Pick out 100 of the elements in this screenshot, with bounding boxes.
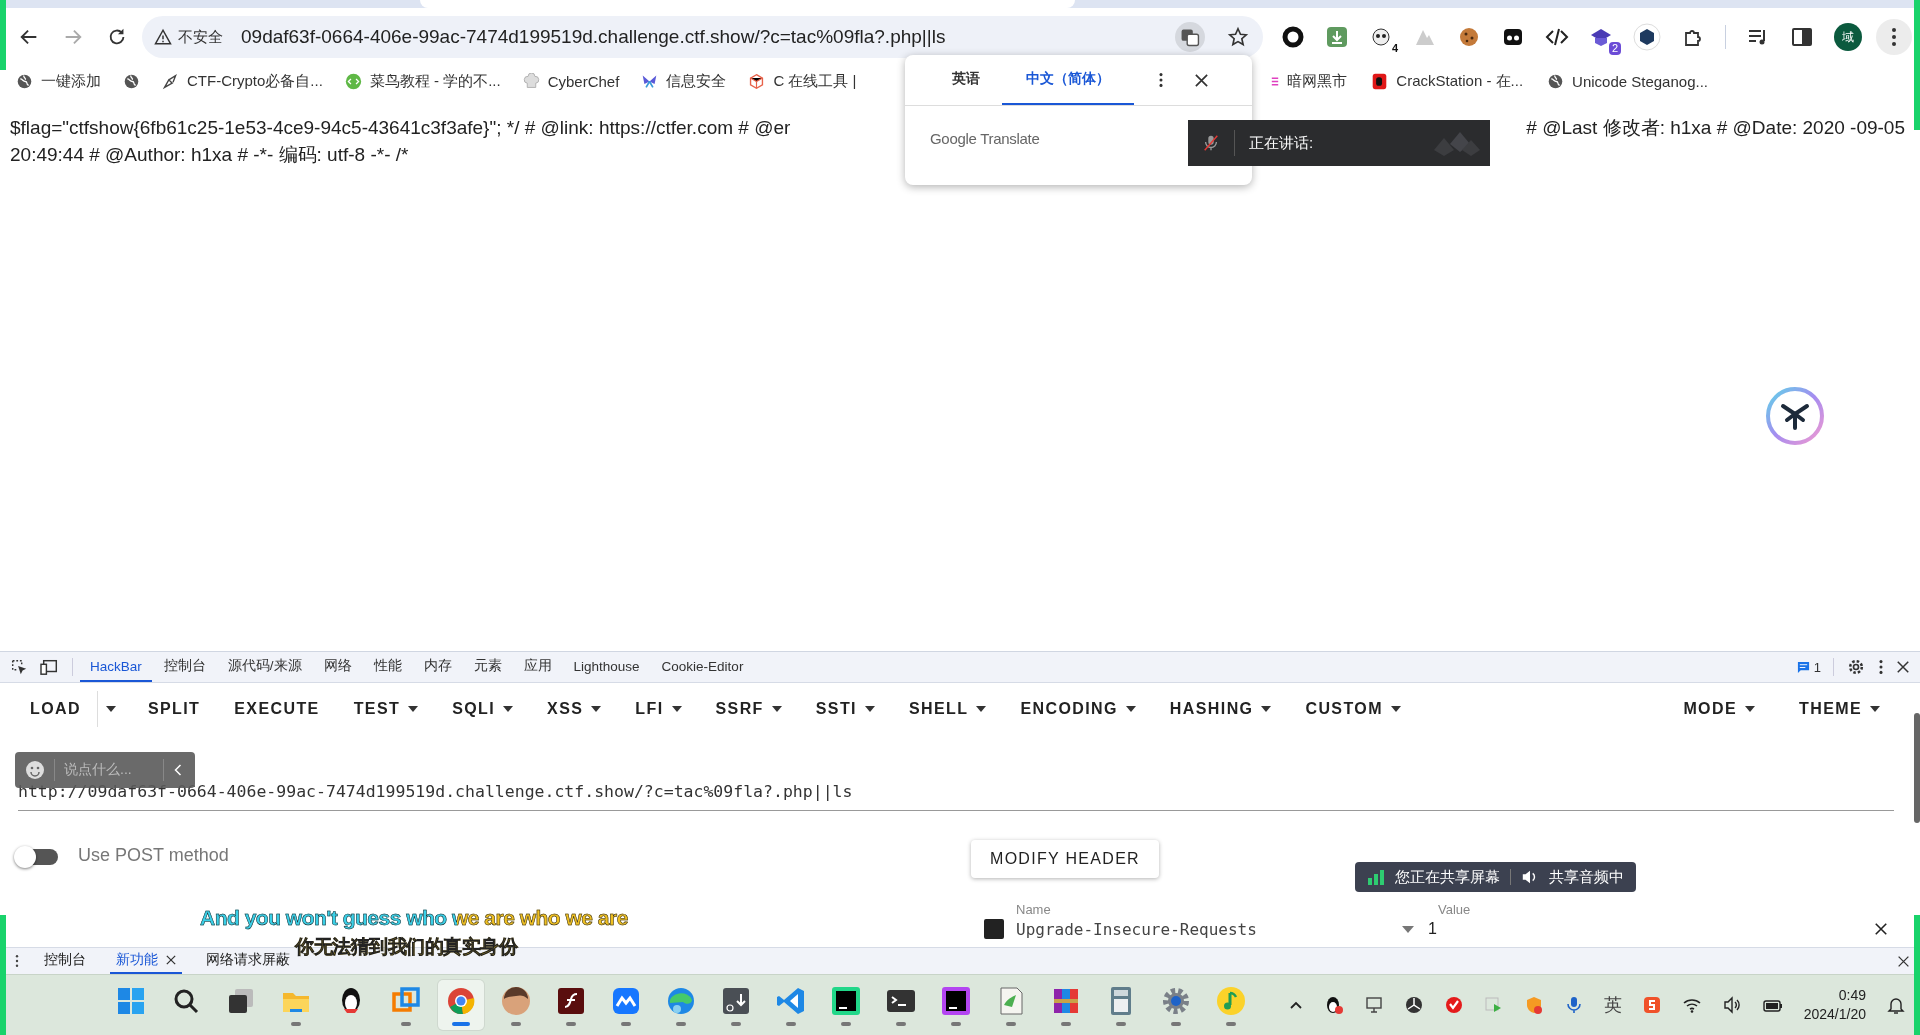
monitor-icon[interactable] xyxy=(1363,995,1384,1015)
menu-button[interactable]: SPLIT xyxy=(137,692,211,726)
clock-time: 0:49 xyxy=(1838,986,1866,1005)
bookmark[interactable]: 菜鸟教程 - 学的不... xyxy=(344,71,501,91)
download-icon[interactable] xyxy=(1325,25,1349,49)
muted-microphone-icon[interactable] xyxy=(1202,134,1220,152)
clock-date: 2024/1/20 xyxy=(1803,1005,1866,1024)
profile-avatar[interactable]: 域 xyxy=(1834,23,1862,51)
drawer-tab[interactable]: 网络请求屏蔽 xyxy=(200,948,296,974)
tab-label: 新功能 xyxy=(116,951,158,969)
bookmark[interactable]: 信息安全 xyxy=(641,71,727,91)
devtools-tab[interactable]: 控制台 xyxy=(153,652,216,682)
caret-icon xyxy=(864,706,875,712)
menu-button[interactable]: LFI xyxy=(625,692,692,726)
bookmark[interactable]: CrackStation - 在... xyxy=(1371,71,1524,91)
smiley-icon[interactable] xyxy=(25,760,45,780)
aperture-icon[interactable] xyxy=(1403,995,1424,1015)
menu-button[interactable]: LOAD xyxy=(20,692,91,726)
menu-button[interactable]: CUSTOM xyxy=(1295,692,1411,726)
caret-icon xyxy=(503,706,514,712)
notification-bell-icon[interactable] xyxy=(1886,995,1906,1015)
more-icon[interactable] xyxy=(14,953,20,969)
header-name-field[interactable]: Upgrade-Insecure-Requests xyxy=(1016,919,1402,939)
devtools-tab[interactable]: 应用 xyxy=(513,652,562,682)
more-icon[interactable] xyxy=(1878,658,1884,676)
caret-icon xyxy=(1390,706,1401,712)
devtools-tab[interactable]: 性能 xyxy=(363,652,412,682)
address-bar[interactable]: 不安全 09daf63f-0664-406e-99ac-7474d199519d.challenge.ctf.show/?c=tac%09fla?.php||ls xyxy=(142,16,1263,58)
caret-icon xyxy=(591,706,602,712)
close-icon[interactable] xyxy=(1896,660,1910,674)
issues-counter[interactable]: 1 xyxy=(1796,659,1821,675)
checkbox[interactable] xyxy=(984,919,1004,939)
share-status: 共享音频中 xyxy=(1549,867,1624,887)
devtools-tab[interactable]: Cookie-Editor xyxy=(651,652,754,682)
music-icon xyxy=(1215,984,1247,1017)
bookmark[interactable]: CTF-Crypto必备自... xyxy=(162,71,323,91)
menu-button[interactable]: ENCODING xyxy=(1010,692,1146,726)
tab-label: 网络请求屏蔽 xyxy=(206,951,290,969)
close-icon[interactable] xyxy=(1897,954,1910,968)
header-value-field[interactable]: 1 xyxy=(1428,920,1874,938)
bookmark[interactable]: C 在线工具 | xyxy=(748,71,857,91)
menu-button[interactable]: HASHING xyxy=(1159,692,1282,726)
assistant-logo-icon[interactable] xyxy=(1765,386,1825,446)
devtools-tab[interactable]: 内存 xyxy=(413,652,462,682)
input-method-icon[interactable] xyxy=(1641,995,1662,1015)
devtools-tab[interactable]: HackBar xyxy=(80,652,152,682)
settings-icon[interactable] xyxy=(1846,657,1866,677)
subtitle: 你无法猜到我们的真实身份 xyxy=(295,935,517,959)
ring-icon[interactable] xyxy=(1281,25,1305,49)
menu-button[interactable]: SHELL xyxy=(898,692,997,726)
caret-icon[interactable] xyxy=(1402,925,1414,933)
inspect-icon[interactable] xyxy=(10,658,28,676)
close-icon[interactable] xyxy=(1874,922,1888,936)
letter-logo-icon xyxy=(1371,72,1389,90)
globe-icon xyxy=(16,72,33,90)
language-tab[interactable]: 中文（简体） xyxy=(1002,55,1134,105)
menu-button[interactable]: THEME xyxy=(1789,692,1890,726)
input-method-indicator[interactable]: 英 xyxy=(1603,993,1622,1017)
caret-icon xyxy=(671,706,682,712)
translate-icon[interactable] xyxy=(1175,22,1205,52)
side-panel-icon[interactable] xyxy=(1790,25,1814,49)
devtools-tab[interactable]: 源代码/来源 xyxy=(217,652,312,682)
more-icon[interactable] xyxy=(1158,71,1164,89)
drawer-tab[interactable]: 控制台 xyxy=(38,948,92,974)
menu-button[interactable]: TEST xyxy=(343,692,429,726)
bookmark[interactable]: 暗网黑市 xyxy=(1271,71,1348,91)
caret-icon xyxy=(1125,706,1136,712)
caret-icon xyxy=(1261,706,1272,712)
page-text: $flag="ctfshow{6fb61c25-1e53-4ce9-94c5-43641c3f3afe}"; */ # @link: https://ctfer.com # @er xyxy=(10,116,791,140)
menu-button[interactable]: MODE xyxy=(1673,692,1765,726)
devtools-tab[interactable]: 网络 xyxy=(313,652,362,682)
bookmark[interactable]: 一键添加 xyxy=(16,71,101,91)
volume-icon[interactable] xyxy=(1721,995,1742,1015)
menu-button[interactable]: SQLI xyxy=(442,692,524,726)
chevron-left-icon[interactable] xyxy=(173,763,183,777)
menu-button[interactable]: XSS xyxy=(537,692,612,726)
menu-button[interactable]: SSRF xyxy=(705,692,792,726)
globe-icon[interactable] xyxy=(123,72,140,90)
menu-button[interactable]: EXECUTE xyxy=(224,692,330,726)
star-icon[interactable] xyxy=(1227,26,1249,48)
device-toggle-icon[interactable] xyxy=(40,658,60,676)
caret-icon xyxy=(771,706,782,712)
check-badge-icon[interactable] xyxy=(1443,995,1464,1015)
brand-label: Google Translate xyxy=(930,130,1040,147)
clock[interactable]: 0:49 2024/1/20 xyxy=(1803,986,1866,1024)
cube-icon xyxy=(748,72,766,90)
bookmark[interactable]: CyberChef xyxy=(522,72,620,90)
security-label[interactable]: 不安全 xyxy=(178,27,235,47)
menu-icon[interactable] xyxy=(1876,19,1912,55)
scrollbar-thumb[interactable] xyxy=(1914,713,1920,823)
panda-icon[interactable] xyxy=(1369,25,1393,49)
language-tab[interactable]: 英语 xyxy=(930,55,1002,105)
close-icon[interactable] xyxy=(1194,72,1209,88)
bookmark[interactable]: Unicode Steganog... xyxy=(1547,72,1708,90)
close-icon[interactable] xyxy=(166,955,176,965)
cookie-icon[interactable] xyxy=(1457,25,1481,49)
modify-header-button[interactable]: MODIFY HEADER xyxy=(971,840,1159,878)
devtools-tab[interactable]: 元素 xyxy=(463,652,512,682)
menu-button[interactable]: SSTI xyxy=(805,692,885,726)
devtools-tab[interactable]: Lighthouse xyxy=(563,652,650,682)
